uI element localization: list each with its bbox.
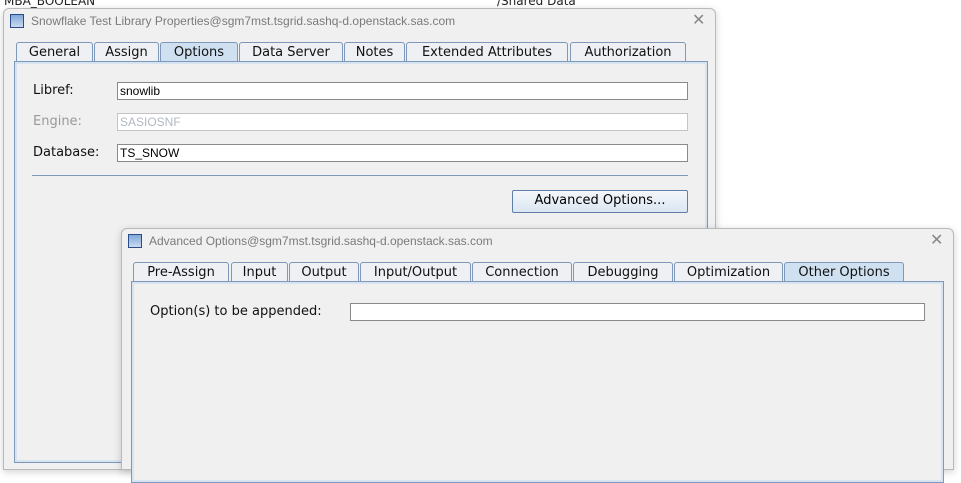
tab-pre-assign[interactable]: Pre-Assign	[133, 262, 229, 281]
libref-label: Libref:	[33, 83, 74, 98]
tab-general[interactable]: General	[16, 42, 93, 61]
tab-notes[interactable]: Notes	[344, 42, 405, 61]
tab-input[interactable]: Input	[231, 262, 288, 281]
advanced-options-window: Advanced Options@sgm7mst.tsgrid.sashq-d.…	[121, 228, 954, 483]
window-title: Advanced Options@sgm7mst.tsgrid.sashq-d.…	[149, 234, 493, 248]
tab-other-options[interactable]: Other Options	[784, 262, 904, 281]
database-label: Database:	[33, 145, 100, 160]
tab-debugging[interactable]: Debugging	[573, 262, 673, 281]
tab-extended-attributes[interactable]: Extended Attributes	[406, 42, 568, 61]
tab-output[interactable]: Output	[289, 262, 359, 281]
app-icon	[10, 14, 24, 28]
libref-input[interactable]: snowlib	[117, 82, 688, 100]
options-appended-input[interactable]	[350, 303, 925, 321]
tab-authorization[interactable]: Authorization	[570, 42, 686, 61]
tab-connection[interactable]: Connection	[472, 262, 572, 281]
tab-optimization[interactable]: Optimization	[674, 262, 783, 281]
options-appended-label: Option(s) to be appended:	[150, 304, 322, 319]
database-input[interactable]: TS_SNOW	[117, 144, 688, 162]
separator	[32, 175, 688, 176]
close-icon[interactable]: ✕	[692, 10, 705, 29]
other-options-panel: Option(s) to be appended:	[131, 281, 944, 483]
window-title: Snowflake Test Library Properties@sgm7ms…	[31, 14, 456, 28]
tab-assign[interactable]: Assign	[94, 42, 159, 61]
tab-options[interactable]: Options	[160, 42, 238, 61]
tab-data-server[interactable]: Data Server	[239, 42, 343, 61]
advanced-options-button[interactable]: Advanced Options...	[512, 190, 688, 213]
background-text-right: /Shared Data	[497, 0, 576, 8]
app-icon	[128, 234, 142, 248]
close-icon[interactable]: ✕	[930, 230, 943, 249]
background-text-left: MBA_BOOLEAN	[4, 0, 96, 8]
tab-input-output[interactable]: Input/Output	[360, 262, 471, 281]
engine-label: Engine:	[33, 114, 82, 129]
engine-input: SASIOSNF	[117, 113, 688, 131]
